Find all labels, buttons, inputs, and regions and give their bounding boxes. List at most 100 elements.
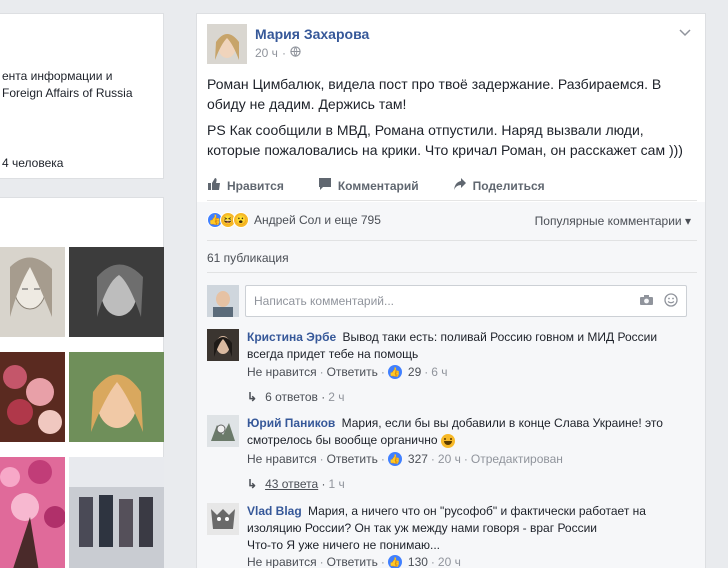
comment-text: Мария, а ничего что он "русофоб" и факти… bbox=[247, 504, 646, 535]
comment-like-count[interactable]: 327 bbox=[408, 452, 428, 466]
like-label: Нравится bbox=[227, 178, 284, 193]
sep-dot: · bbox=[317, 390, 326, 404]
replies-count: 6 ответов bbox=[265, 390, 318, 404]
people-count[interactable]: 4 человека bbox=[2, 156, 63, 170]
comment-body: Vlad Blag Мария, а ничего что он "русофо… bbox=[247, 503, 667, 554]
dislike-link[interactable]: Не нравится bbox=[247, 555, 317, 568]
sep-dot: · bbox=[319, 555, 324, 568]
camera-icon[interactable] bbox=[639, 293, 654, 309]
smile-emoji-icon bbox=[440, 433, 455, 448]
comment-actions: Не нравится · Ответить · 👍 29 · 6 ч bbox=[247, 365, 448, 379]
post-actions: Нравится Комментарий Поделиться bbox=[207, 171, 697, 201]
commenter-avatar[interactable] bbox=[207, 329, 239, 361]
reply-arrow-icon: ↳ bbox=[247, 477, 258, 491]
sep-dot: · bbox=[380, 452, 385, 466]
sep-dot: · bbox=[380, 555, 385, 568]
left-info-card: ента информации и Foreign Affairs of Rus… bbox=[0, 13, 164, 179]
sep-dot: · bbox=[430, 555, 435, 568]
thumbs-up-icon bbox=[207, 177, 221, 194]
like-badge-icon: 👍 bbox=[387, 365, 402, 379]
reply-link[interactable]: Ответить bbox=[327, 452, 378, 466]
share-icon bbox=[453, 177, 467, 194]
comment-time[interactable]: 6 ч bbox=[431, 365, 447, 379]
dislike-link[interactable]: Не нравится bbox=[247, 452, 317, 466]
sep-dot: · bbox=[319, 365, 324, 379]
comment-actions: Не нравится · Ответить · 👍 327 · 20 ч · … bbox=[247, 452, 563, 466]
page-info-line1: ента информации и bbox=[2, 69, 113, 83]
reply-link[interactable]: Ответить bbox=[327, 365, 378, 379]
comments-section: 👍 😆 😮 Андрей Сол и еще 795 Популярные ко… bbox=[197, 202, 705, 568]
commenter-name[interactable]: Кристина Эрбе bbox=[247, 330, 336, 344]
photo-thumbnail[interactable] bbox=[69, 457, 164, 568]
comment-like-count[interactable]: 29 bbox=[408, 365, 421, 379]
like-badge-icon: 👍 bbox=[387, 452, 402, 466]
view-replies-link[interactable]: ↳ 6 ответов · 2 ч bbox=[247, 390, 345, 404]
comment-like-count[interactable]: 130 bbox=[408, 555, 428, 568]
left-photos-card bbox=[0, 197, 164, 568]
comment-time[interactable]: 20 ч bbox=[438, 555, 461, 568]
post-paragraph: Роман Цимбалюк, видела пост про твоё зад… bbox=[207, 76, 662, 112]
wow-reaction-icon: 😮 bbox=[233, 212, 249, 228]
comment-input[interactable]: Написать комментарий... bbox=[245, 285, 687, 317]
view-replies-link[interactable]: ↳ 43 ответа · 1 ч bbox=[247, 477, 345, 491]
publications-count[interactable]: 61 публикация bbox=[207, 251, 289, 265]
photo-thumbnail[interactable] bbox=[0, 352, 65, 442]
author-avatar[interactable] bbox=[207, 24, 247, 64]
current-user-avatar bbox=[207, 285, 239, 317]
like-button[interactable]: Нравится bbox=[207, 177, 284, 194]
commenter-avatar[interactable] bbox=[207, 415, 239, 447]
reply-arrow-icon: ↳ bbox=[247, 390, 258, 404]
commenter-name[interactable]: Vlad Blag bbox=[247, 504, 302, 518]
replies-time: 1 ч bbox=[328, 477, 345, 491]
divider bbox=[207, 240, 697, 241]
comment-time[interactable]: 20 ч bbox=[438, 452, 461, 466]
sep-dot: · bbox=[424, 365, 429, 379]
photo-thumbnail[interactable] bbox=[0, 457, 65, 568]
reactions-summary[interactable]: 👍 😆 😮 Андрей Сол и еще 795 bbox=[207, 212, 381, 228]
comment-actions: Не нравится · Ответить · 👍 130 · 20 ч bbox=[247, 555, 461, 568]
replies-count: 43 ответа bbox=[265, 477, 319, 491]
page-info-line2: Foreign Affairs of Russia bbox=[2, 86, 133, 100]
meta-dot: · bbox=[281, 46, 286, 60]
sep-dot: · bbox=[430, 452, 435, 466]
comment-icon bbox=[318, 177, 332, 194]
emoji-icon[interactable] bbox=[664, 292, 678, 310]
sep-dot: · bbox=[380, 365, 385, 379]
chevron-down-icon[interactable] bbox=[679, 26, 691, 40]
author-name[interactable]: Мария Захарова bbox=[255, 26, 369, 42]
comment-input-placeholder: Написать комментарий... bbox=[254, 294, 395, 308]
sep-dot: · bbox=[463, 452, 468, 466]
comment-body: Юрий Паников Мария, если бы вы добавили … bbox=[247, 415, 667, 449]
divider bbox=[207, 272, 697, 273]
comment-text-line: Что-то Я уже ничего не понимаю... bbox=[247, 538, 441, 552]
post-paragraph: PS Как сообщили в МВД, Романа отпустили.… bbox=[207, 122, 683, 158]
photo-thumbnail[interactable] bbox=[69, 352, 164, 442]
edited-label[interactable]: Отредактирован bbox=[471, 452, 563, 466]
comment-button[interactable]: Комментарий bbox=[318, 177, 419, 194]
replies-time: 2 ч bbox=[328, 390, 345, 404]
commenter-avatar[interactable] bbox=[207, 503, 239, 535]
page-info: ента информации и Foreign Affairs of Rus… bbox=[2, 68, 133, 102]
write-comment-row: Написать комментарий... bbox=[207, 284, 687, 318]
dislike-link[interactable]: Не нравится bbox=[247, 365, 317, 379]
comment-body: Кристина Эрбе Вывод таки есть: поливай Р… bbox=[247, 329, 667, 363]
share-label: Поделиться bbox=[472, 178, 545, 193]
sort-dropdown[interactable]: Популярные комментарии ▾ bbox=[535, 214, 691, 228]
post-text: Роман Цимбалюк, видела пост про твоё зад… bbox=[207, 74, 687, 166]
photo-thumbnail[interactable] bbox=[0, 247, 65, 337]
sep-dot: · bbox=[319, 452, 324, 466]
sep-dot: · bbox=[318, 477, 326, 491]
post-meta: 20 ч · bbox=[255, 46, 301, 60]
photo-thumbnail[interactable] bbox=[69, 247, 164, 337]
sort-label: Популярные комментарии bbox=[534, 214, 682, 228]
reactions-text: Андрей Сол и еще 795 bbox=[254, 213, 381, 227]
commenter-name[interactable]: Юрий Паников bbox=[247, 416, 335, 430]
reply-link[interactable]: Ответить bbox=[327, 555, 378, 568]
share-button[interactable]: Поделиться bbox=[453, 177, 545, 194]
comment-label: Комментарий bbox=[337, 178, 419, 193]
globe-icon bbox=[290, 46, 301, 60]
post-time[interactable]: 20 ч bbox=[255, 46, 278, 60]
post-card: Мария Захарова 20 ч · Роман Цимбалюк, ви… bbox=[196, 13, 706, 568]
caret-down-icon: ▾ bbox=[684, 214, 691, 228]
like-badge-icon: 👍 bbox=[387, 555, 402, 568]
